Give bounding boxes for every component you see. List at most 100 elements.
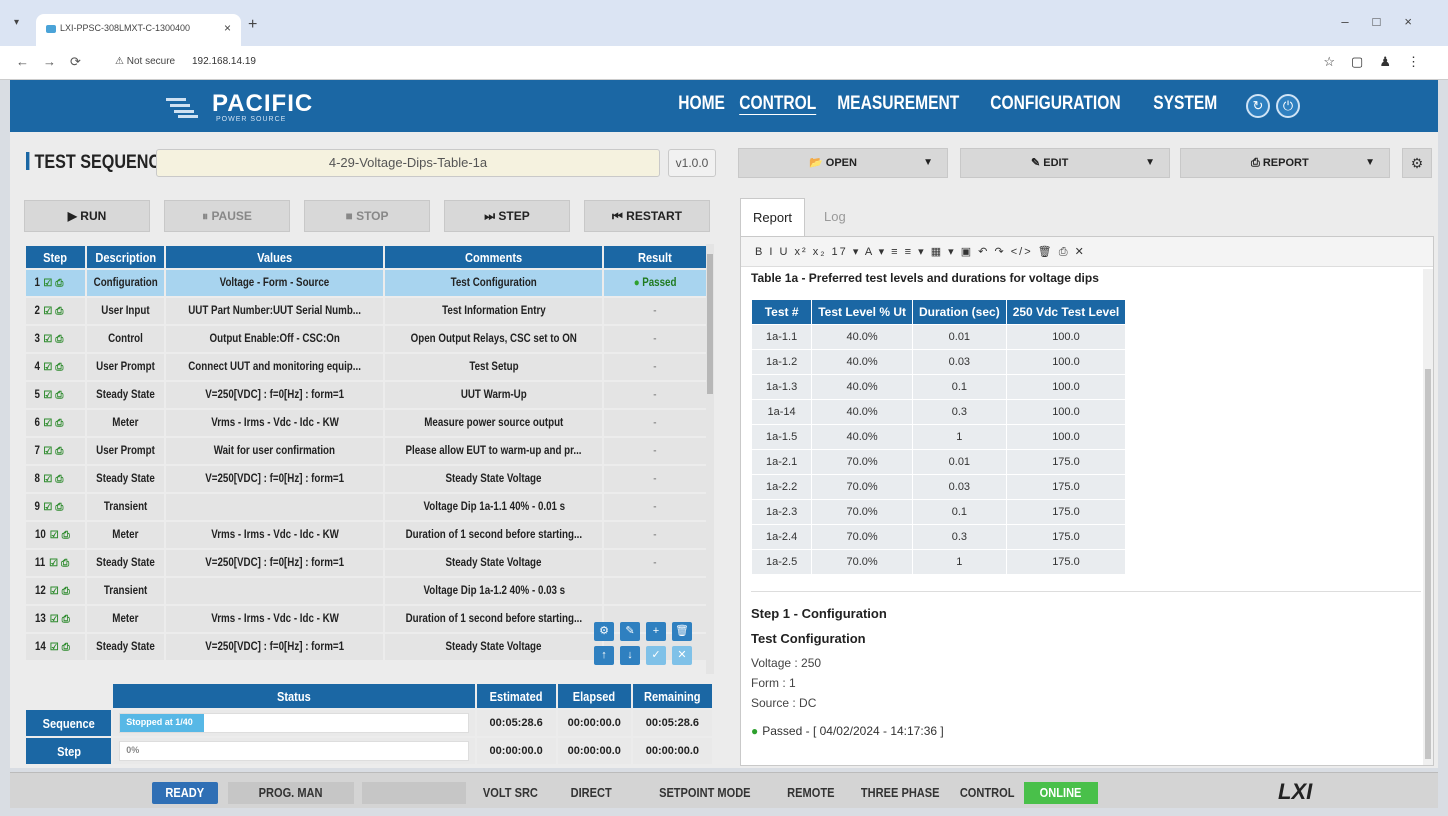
- edit-label: ✎ EDIT: [1031, 157, 1069, 169]
- sequence-name-field[interactable]: 4-29-Voltage-Dips-Table-1a: [156, 149, 660, 177]
- confirm-icon[interactable]: ✓: [646, 646, 666, 665]
- edit-icon[interactable]: ✎: [620, 622, 640, 641]
- pause-button[interactable]: ⏸ PAUSE: [164, 200, 290, 232]
- enable-checkbox-icon[interactable]: ☑: [43, 334, 52, 345]
- url-field[interactable]: 192.168.14.19: [192, 56, 256, 67]
- report-cell: 1a-2.3: [752, 500, 812, 524]
- enable-checkbox-icon[interactable]: ☑: [49, 558, 58, 569]
- table-row[interactable]: 12 ☑ ⎙ Transient Voltage Dip 1a-1.2 40% - 0.…: [26, 578, 706, 604]
- editor-scrollbar[interactable]: [1423, 269, 1433, 765]
- settings-icon[interactable]: ⚙: [594, 622, 614, 641]
- step-detail: Form : 1: [751, 676, 796, 690]
- pacific-logo[interactable]: PACIFIC POWER SOURCE: [160, 86, 330, 126]
- window-controls[interactable]: –□×: [1341, 14, 1436, 29]
- move-down-icon[interactable]: ↓: [620, 646, 640, 665]
- print-icon[interactable]: ⎙: [62, 614, 70, 625]
- edit-dropdown[interactable]: ✎ EDIT ▼: [960, 148, 1170, 178]
- browser-tab[interactable]: LXI-PPSC-308LMXT-C-1300400 ×: [36, 14, 241, 46]
- new-tab-icon[interactable]: +: [248, 16, 257, 34]
- print-icon[interactable]: ⎙: [62, 530, 70, 541]
- step-cell: 13 ☑ ⎙: [26, 606, 85, 632]
- table-row[interactable]: 7 ☑ ⎙ User Prompt Wait for user confirmation…: [26, 438, 706, 464]
- nav-configuration[interactable]: CONFIGURATION: [982, 93, 1129, 119]
- table-row[interactable]: 9 ☑ ⎙ Transient Voltage Dip 1a-1.1 40% - 0.0…: [26, 494, 706, 520]
- report-cell: 100.0: [1006, 325, 1126, 349]
- print-icon[interactable]: ⎙: [55, 418, 63, 429]
- result-cell: [604, 578, 706, 604]
- run-button[interactable]: ▶ RUN: [24, 200, 150, 232]
- enable-checkbox-icon[interactable]: ☑: [43, 418, 52, 429]
- editor-toolbar[interactable]: B I U x² x₂ 17 ▾ A ▾ ≡ ≡ ▾ ▦ ▾ ▣ ↶ ↷ </>…: [741, 237, 1433, 267]
- nav-control[interactable]: CONTROL: [731, 93, 824, 119]
- enable-checkbox-icon[interactable]: ☑: [43, 362, 52, 373]
- print-icon[interactable]: ⎙: [62, 586, 70, 597]
- settings-gear-icon[interactable]: ⚙: [1402, 148, 1432, 178]
- enable-checkbox-icon[interactable]: ☑: [50, 586, 59, 597]
- stop-label: STOP: [356, 209, 389, 223]
- table-row[interactable]: 8 ☑ ⎙ Steady State V=250[VDC] : f=0[Hz] : fo…: [26, 466, 706, 492]
- tab-search-icon[interactable]: ▾: [14, 17, 19, 28]
- table-row[interactable]: 6 ☑ ⎙ Meter Vrms - Irms - Vdc - Idc - KW Meas…: [26, 410, 706, 436]
- table-row[interactable]: 4 ☑ ⎙ User Prompt Connect UUT and monitoring…: [26, 354, 706, 380]
- table-row[interactable]: 5 ☑ ⎙ Steady State V=250[VDC] : f=0[Hz] : fo…: [26, 382, 706, 408]
- open-dropdown[interactable]: 📂 OPEN ▼: [738, 148, 948, 178]
- delete-icon[interactable]: 🗑: [672, 622, 692, 641]
- tab-report[interactable]: Report: [740, 198, 806, 236]
- values-cell: [166, 578, 384, 604]
- move-up-icon[interactable]: ↑: [594, 646, 614, 665]
- print-icon[interactable]: ⎙: [55, 502, 63, 513]
- power-icon[interactable]: ⏻: [1276, 94, 1300, 118]
- scroll-thumb[interactable]: [1425, 369, 1431, 759]
- report-dropdown[interactable]: ⎙ REPORT ▼: [1180, 148, 1390, 178]
- report-cell: 0.3: [913, 400, 1006, 424]
- print-icon[interactable]: ⎙: [55, 278, 63, 289]
- report-editor[interactable]: B I U x² x₂ 17 ▾ A ▾ ≡ ≡ ▾ ▦ ▾ ▣ ↶ ↷ </>…: [740, 236, 1434, 766]
- nav-system[interactable]: SYSTEM: [1145, 93, 1225, 119]
- enable-checkbox-icon[interactable]: ☑: [43, 390, 52, 401]
- enable-checkbox-icon[interactable]: ☑: [43, 502, 52, 513]
- reset-icon[interactable]: ↻: [1246, 94, 1270, 118]
- enable-checkbox-icon[interactable]: ☑: [43, 474, 52, 485]
- table-row[interactable]: 11 ☑ ⎙ Steady State V=250[VDC] : f=0[Hz] : f…: [26, 550, 706, 576]
- stop-button[interactable]: ■ STOP: [304, 200, 430, 232]
- tab-log[interactable]: Log: [812, 198, 858, 236]
- print-icon[interactable]: ⎙: [55, 390, 63, 401]
- enable-checkbox-icon[interactable]: ☑: [50, 614, 59, 625]
- nav-home[interactable]: HOME: [670, 93, 733, 119]
- browser-actions-icon[interactable]: ☆▢♟⋮: [1323, 54, 1436, 70]
- nav-buttons-icon[interactable]: ←→⟳: [16, 54, 95, 70]
- report-table: Test # Test Level % Ut Duration (sec) 25…: [751, 299, 1127, 575]
- cancel-icon[interactable]: ✕: [672, 646, 692, 665]
- enable-checkbox-icon[interactable]: ☑: [50, 530, 59, 541]
- direct-indicator: DIRECT: [570, 785, 612, 800]
- enable-checkbox-icon[interactable]: ☑: [43, 446, 52, 457]
- enable-checkbox-icon[interactable]: ☑: [43, 278, 52, 289]
- tab-close-icon[interactable]: ×: [224, 21, 231, 35]
- restart-button[interactable]: ⏮ RESTART: [584, 200, 710, 232]
- print-icon[interactable]: ⎙: [62, 642, 70, 653]
- comments-cell: Voltage Dip 1a-1.1 40% - 0.01 s: [385, 494, 603, 520]
- table-row[interactable]: 3 ☑ ⎙ Control Output Enable:Off - CSC:On Open…: [26, 326, 706, 352]
- add-icon[interactable]: +: [646, 622, 666, 641]
- table-row[interactable]: 10 ☑ ⎙ Meter Vrms - Irms - Vdc - Idc - KW Dur…: [26, 522, 706, 548]
- enable-checkbox-icon[interactable]: ☑: [43, 306, 52, 317]
- print-icon[interactable]: ⎙: [61, 558, 69, 569]
- security-indicator[interactable]: ⚠ Not secure: [115, 56, 175, 67]
- print-icon[interactable]: ⎙: [55, 474, 63, 485]
- print-icon[interactable]: ⎙: [55, 306, 63, 317]
- description-cell: User Input: [86, 298, 165, 324]
- table-scrollbar[interactable]: [706, 244, 714, 674]
- print-icon[interactable]: ⎙: [55, 446, 63, 457]
- result-cell: -: [604, 298, 706, 324]
- table-row[interactable]: 2 ☑ ⎙ User Input UUT Part Number:UUT Serial …: [26, 298, 706, 324]
- report-cell: 70.0%: [812, 450, 913, 474]
- print-icon[interactable]: ⎙: [55, 334, 63, 345]
- report-cell: 40.0%: [812, 400, 913, 424]
- print-icon[interactable]: ⎙: [55, 362, 63, 373]
- nav-measurement[interactable]: MEASUREMENT: [829, 93, 967, 119]
- step-button[interactable]: ⏭ STEP: [444, 200, 570, 232]
- enable-checkbox-icon[interactable]: ☑: [50, 642, 59, 653]
- scroll-thumb[interactable]: [707, 254, 713, 394]
- table-row[interactable]: 1 ☑ ⎙ Configuration Voltage - Form - Source T…: [26, 270, 706, 296]
- report-cell: 70.0%: [812, 475, 913, 499]
